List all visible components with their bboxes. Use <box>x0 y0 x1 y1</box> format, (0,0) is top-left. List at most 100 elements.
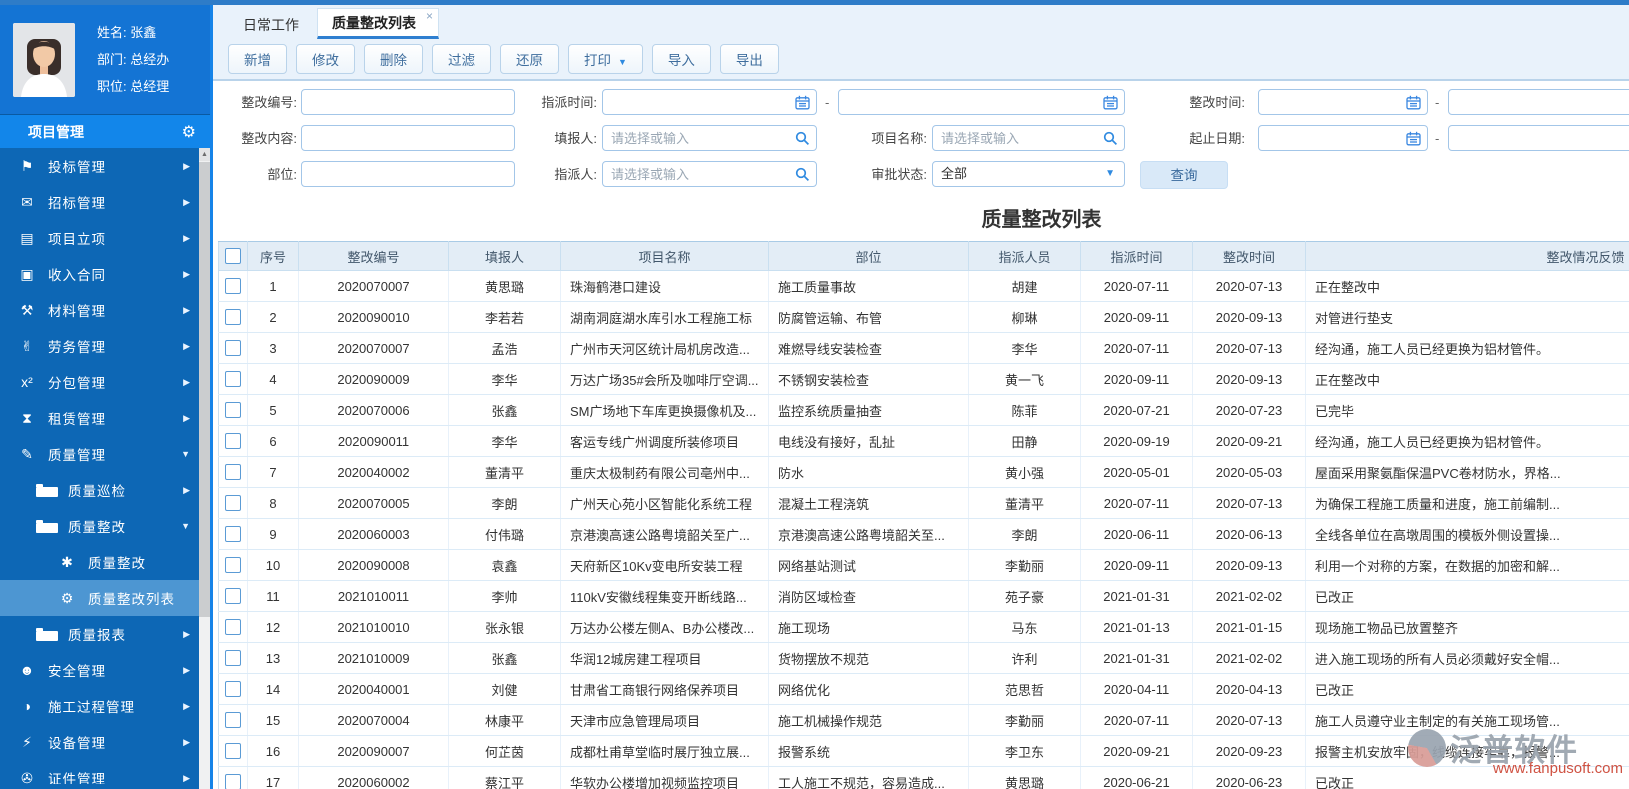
calendar-icon[interactable] <box>795 95 810 110</box>
rectify-code-link[interactable]: 2020090007 <box>298 735 449 767</box>
toolbar-button[interactable]: 导出 <box>719 44 779 74</box>
row-checkbox[interactable] <box>225 588 241 605</box>
sidebar-menu-item[interactable]: ✱ 质量整改 <box>0 544 210 580</box>
assignee-link[interactable]: 董清平 <box>968 487 1081 519</box>
rectify-code-link[interactable]: 2020070005 <box>298 487 449 519</box>
project-name-link[interactable]: 万达办公楼左侧A、B办公楼改... <box>560 611 769 643</box>
project-name-link[interactable]: 广州天心苑小区智能化系统工程 <box>560 487 769 519</box>
project-name-link[interactable]: 重庆太极制药有限公司亳州中... <box>560 456 769 488</box>
project-name-link[interactable]: 广州市天河区统计局机房改造... <box>560 332 769 364</box>
row-checkbox[interactable] <box>225 433 241 450</box>
sidebar-scrollbar[interactable]: ▲ <box>199 148 210 789</box>
sidebar-menu-item[interactable]: 质量整改 ▼ <box>0 508 210 544</box>
project-name-link[interactable]: 甘肃省工商银行网络保养项目 <box>560 673 769 705</box>
search-icon[interactable] <box>1103 131 1118 146</box>
project-name-link[interactable]: 天府新区10Kv变电所安装工程 <box>560 549 769 581</box>
date-range-start-input[interactable] <box>1258 125 1428 151</box>
assignee-link[interactable]: 黄一飞 <box>968 363 1081 395</box>
sidebar-menu-item[interactable]: ▤ 项目立项 ▶ <box>0 220 210 256</box>
project-name-link[interactable]: SM广场地下车库更换摄像机及... <box>560 394 769 426</box>
reporter-link[interactable]: 刘健 <box>448 673 561 705</box>
settings-gear-icon[interactable]: ⚙ <box>182 122 196 142</box>
sidebar-menu-item[interactable]: ✌ 劳务管理 ▶ <box>0 328 210 364</box>
reporter-link[interactable]: 李若若 <box>448 301 561 333</box>
toolbar-button[interactable]: 还原 <box>500 44 559 74</box>
row-checkbox[interactable] <box>225 557 241 574</box>
reporter-link[interactable]: 李华 <box>448 425 561 457</box>
rectify-code-link[interactable]: 2020070007 <box>298 270 449 302</box>
sidebar-menu-item[interactable]: ◑ 施工过程管理 ▶ <box>0 688 210 724</box>
calendar-icon[interactable] <box>1406 131 1421 146</box>
rectify-code-link[interactable]: 2020090008 <box>298 549 449 581</box>
assignee-input[interactable] <box>602 161 817 187</box>
project-name-link[interactable]: 成都杜甫草堂临时展厅独立展... <box>560 735 769 767</box>
row-checkbox[interactable] <box>225 278 241 295</box>
row-checkbox[interactable] <box>225 619 241 636</box>
assignee-link[interactable]: 田静 <box>968 425 1081 457</box>
assign-time-end-input[interactable] <box>838 89 1125 115</box>
sidebar-menu-item[interactable]: ☻ 安全管理 ▶ <box>0 652 210 688</box>
row-checkbox[interactable] <box>225 774 241 789</box>
row-checkbox[interactable] <box>225 309 241 326</box>
rectify-code-link[interactable]: 2021010010 <box>298 611 449 643</box>
project-name-link[interactable]: 湖南洞庭湖水库引水工程施工标 <box>560 301 769 333</box>
reporter-link[interactable]: 付伟璐 <box>448 518 561 550</box>
rectify-code-link[interactable]: 2020040002 <box>298 456 449 488</box>
rectify-code-link[interactable]: 2020090009 <box>298 363 449 395</box>
calendar-icon[interactable] <box>1103 95 1118 110</box>
reporter-link[interactable]: 张永银 <box>448 611 561 643</box>
rectify-code-link[interactable]: 2020060002 <box>298 766 449 789</box>
rectify-code-link[interactable]: 2020090010 <box>298 301 449 333</box>
row-checkbox[interactable] <box>225 464 241 481</box>
reporter-link[interactable]: 李朗 <box>448 487 561 519</box>
tab-quality-rectify-list[interactable]: 质量整改列表 × <box>317 8 439 39</box>
row-checkbox[interactable] <box>225 526 241 543</box>
search-icon[interactable] <box>795 167 810 182</box>
toolbar-button[interactable]: 删除 <box>364 44 423 74</box>
assignee-link[interactable]: 黄小强 <box>968 456 1081 488</box>
assignee-link[interactable]: 许利 <box>968 642 1081 674</box>
assignee-link[interactable]: 马东 <box>968 611 1081 643</box>
row-checkbox[interactable] <box>225 402 241 419</box>
tab-close-icon[interactable]: × <box>426 10 433 22</box>
sidebar-menu-item[interactable]: ✎ 质量管理 ▼ <box>0 436 210 472</box>
sidebar-menu-item[interactable]: ⚑ 投标管理 ▶ <box>0 148 210 184</box>
tab-daily-work[interactable]: 日常工作 <box>225 11 317 39</box>
rectify-time-end-input[interactable] <box>1448 89 1629 115</box>
assignee-link[interactable]: 苑子豪 <box>968 580 1081 612</box>
scrollbar-thumb[interactable] <box>199 162 210 617</box>
select-all-checkbox[interactable] <box>225 248 241 265</box>
search-button[interactable]: 查询 <box>1140 161 1228 189</box>
rectify-code-link[interactable]: 2020060003 <box>298 518 449 550</box>
reporter-link[interactable]: 李华 <box>448 363 561 395</box>
reporter-link[interactable]: 李帅 <box>448 580 561 612</box>
reporter-link[interactable]: 蔡江平 <box>448 766 561 789</box>
rectify-code-link[interactable]: 2020070007 <box>298 332 449 364</box>
sidebar-menu-item[interactable]: ⚒ 材料管理 ▶ <box>0 292 210 328</box>
reporter-link[interactable]: 黄思璐 <box>448 270 561 302</box>
rectify-code-link[interactable]: 2020070004 <box>298 704 449 736</box>
toolbar-button[interactable]: 打印 ▼ <box>568 44 643 74</box>
project-name-link[interactable]: 京港澳高速公路粤境韶关至广... <box>560 518 769 550</box>
rectify-code-link[interactable]: 2021010009 <box>298 642 449 674</box>
project-name-link[interactable]: 客运专线广州调度所装修项目 <box>560 425 769 457</box>
rectify-time-start-input[interactable] <box>1258 89 1428 115</box>
row-checkbox[interactable] <box>225 495 241 512</box>
sidebar-menu-item[interactable]: ⧗ 租赁管理 ▶ <box>0 400 210 436</box>
rectify-code-link[interactable]: 2021010011 <box>298 580 449 612</box>
reporter-link[interactable]: 张鑫 <box>448 642 561 674</box>
search-icon[interactable] <box>795 131 810 146</box>
assignee-link[interactable]: 黄思璐 <box>968 766 1081 789</box>
assignee-link[interactable]: 李勤丽 <box>968 704 1081 736</box>
row-checkbox[interactable] <box>225 650 241 667</box>
sidebar-menu-item[interactable]: ⚙ 质量整改列表 <box>0 580 210 616</box>
rectify-content-input[interactable] <box>301 125 515 151</box>
assignee-link[interactable]: 李卫东 <box>968 735 1081 767</box>
assign-time-start-input[interactable] <box>602 89 817 115</box>
row-checkbox[interactable] <box>225 712 241 729</box>
project-name-link[interactable]: 110kV安徽线程集变开断线路... <box>560 580 769 612</box>
row-checkbox[interactable] <box>225 371 241 388</box>
reporter-link[interactable]: 董清平 <box>448 456 561 488</box>
part-input[interactable] <box>301 161 515 187</box>
assignee-link[interactable]: 柳琳 <box>968 301 1081 333</box>
